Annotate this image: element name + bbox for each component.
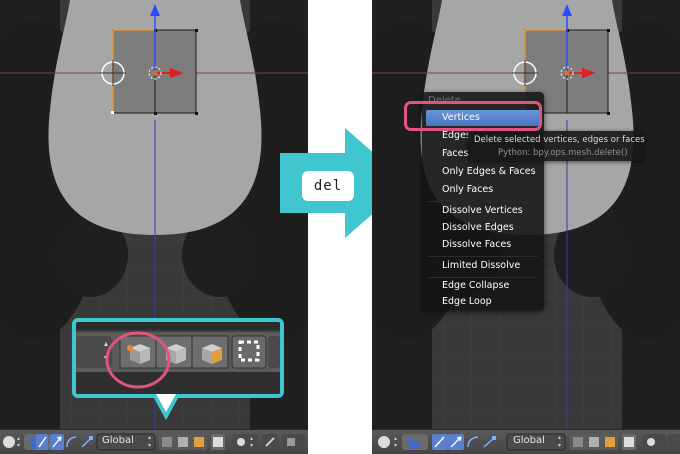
vertices-highlight-box [404, 101, 542, 131]
vertex-select-mode-icon [162, 437, 172, 447]
menu-item-dissolve-vertices[interactable]: Dissolve Vertices [426, 203, 540, 219]
edge-select-mode-icon [178, 437, 188, 447]
menu-item-only-faces[interactable]: Only Faces [426, 182, 540, 198]
right-viewport-panel: Delete Vertices Edges Faces Only Edges &… [372, 0, 680, 454]
menu-separator [428, 256, 538, 257]
orientation-label-after[interactable]: Global [513, 435, 545, 446]
menu-separator [428, 201, 538, 202]
tooltip: Delete selected vertices, edges or faces… [468, 131, 645, 161]
viewport-shading-dropdown-icon [3, 436, 20, 448]
orientation-label[interactable]: Global [102, 435, 134, 446]
edge-select-mode-icon-after [589, 437, 599, 447]
face-select-mode-icon-after [605, 437, 615, 447]
3d-view-header: Global [0, 429, 308, 454]
menu-item-only-edges-faces[interactable]: Only Edges & Faces [426, 164, 540, 180]
header-widgets [3, 433, 306, 451]
3d-view-header-after: Global [372, 429, 680, 454]
menu-item-edge-loop[interactable]: Edge Loop [426, 294, 540, 310]
menu-item-dissolve-faces[interactable]: Dissolve Faces [426, 237, 540, 253]
tooltip-description: Delete selected vertices, edges or faces [474, 135, 645, 145]
rotate-manipulator-icon [66, 436, 77, 448]
mode-dropdown-icon [378, 436, 397, 448]
menu-item-dissolve-edges[interactable]: Dissolve Edges [426, 220, 540, 236]
tooltip-python: Python: bpy.ops.mesh.delete() [498, 148, 628, 158]
menu-item-edge-collapse[interactable]: Edge Collapse [426, 278, 540, 294]
del-key-label: del [302, 171, 354, 201]
vertex-select-mode-icon-after [573, 437, 583, 447]
face-select-mode-icon [194, 437, 204, 447]
highlight-circle [105, 331, 171, 389]
menu-item-limited-dissolve[interactable]: Limited Dissolve [426, 258, 540, 274]
limit-selection-icon [213, 437, 223, 447]
